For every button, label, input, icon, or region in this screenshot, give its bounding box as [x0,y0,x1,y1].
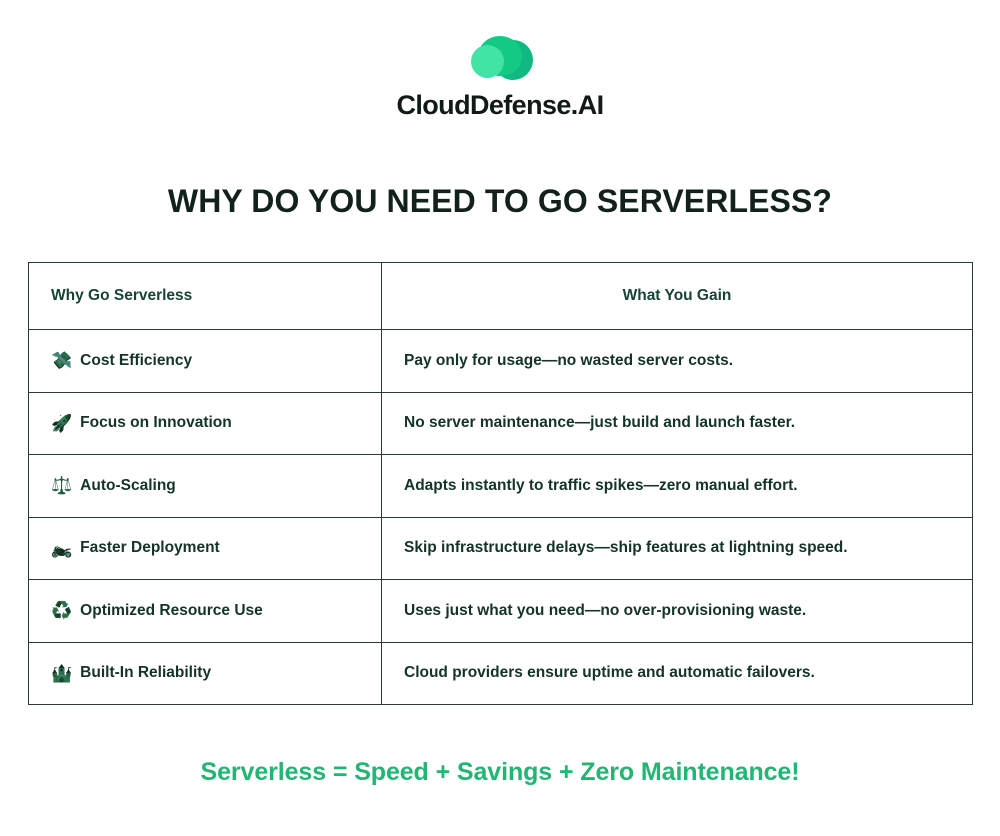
brand-header: CloudDefense.AI [0,0,1000,121]
table-row: 🏍️ Faster Deployment Skip infrastructure d… [28,516,973,580]
reason-inner: ⚖️ Auto-Scaling [51,477,359,495]
reason-inner: 🚀 Focus on Innovation [51,414,359,432]
benefits-table: Why Go Serverless What You Gain 💸 Cost Ef… [28,262,973,705]
cloud-blobs-icon [467,34,533,82]
cell-gain: Adapts instantly to traffic spikes—zero … [381,454,973,518]
reason-label: Cost Efficiency [80,351,193,369]
reason-label: Faster Deployment [80,539,220,557]
table-row: ♻️ Optimized Resource Use Uses just what y… [28,579,973,643]
money-with-wings-icon: 💸 [51,351,73,371]
cell-gain: Uses just what you need—no over-provisio… [381,579,973,643]
cell-reason: 🏰 Built-In Reliability [28,641,382,705]
benefits-table-container: Why Go Serverless What You Gain 💸 Cost Ef… [28,262,973,705]
cell-reason: ⚖️ Auto-Scaling [28,454,382,518]
reason-inner: ♻️ Optimized Resource Use [51,602,359,620]
table-header: Why Go Serverless What You Gain [28,262,973,330]
balance-scale-icon: ⚖️ [51,476,73,496]
table-body: 💸 Cost Efficiency Pay only for usage—no wa… [28,329,973,705]
cell-reason: 💸 Cost Efficiency [28,329,382,393]
logo-blob-front [471,45,504,78]
castle-icon: 🏰 [51,663,73,683]
cell-gain: Skip infrastructure delays—ship features… [381,516,973,580]
recycling-icon: ♻️ [51,601,73,621]
table-row: 🏰 Built-In Reliability Cloud providers ens… [28,641,973,705]
reason-inner: 🏰 Built-In Reliability [51,664,359,682]
cell-reason: ♻️ Optimized Resource Use [28,579,382,643]
reason-inner: 💸 Cost Efficiency [51,352,359,370]
table-row: ⚖️ Auto-Scaling Adapts instantly to traffi… [28,454,973,518]
column-header-what-you-gain: What You Gain [381,262,973,330]
cell-reason: 🏍️ Faster Deployment [28,516,382,580]
cell-gain: Cloud providers ensure uptime and automa… [381,641,973,705]
table-header-row: Why Go Serverless What You Gain [28,262,973,330]
table-row: 💸 Cost Efficiency Pay only for usage—no wa… [28,329,973,393]
reason-label: Optimized Resource Use [80,601,263,619]
reason-label: Built-In Reliability [80,664,212,682]
reason-label: Auto-Scaling [80,476,176,494]
table-row: 🚀 Focus on Innovation No server maintenanc… [28,391,973,455]
motorcycle-icon: 🏍️ [51,538,73,558]
rocket-icon: 🚀 [51,413,73,433]
brand-wordmark: CloudDefense.AI [396,90,604,120]
reason-inner: 🏍️ Faster Deployment [51,539,359,557]
page-title: WHY DO YOU NEED TO GO SERVERLESS? [167,183,833,219]
cell-gain: Pay only for usage—no wasted server cost… [381,329,973,393]
cell-gain: No server maintenance—just build and lau… [381,391,973,455]
footer-tagline: Serverless = Speed + Savings + Zero Main… [200,758,800,786]
cell-reason: 🚀 Focus on Innovation [28,391,382,455]
column-header-why-go-serverless: Why Go Serverless [28,262,382,330]
reason-label: Focus on Innovation [80,414,232,432]
